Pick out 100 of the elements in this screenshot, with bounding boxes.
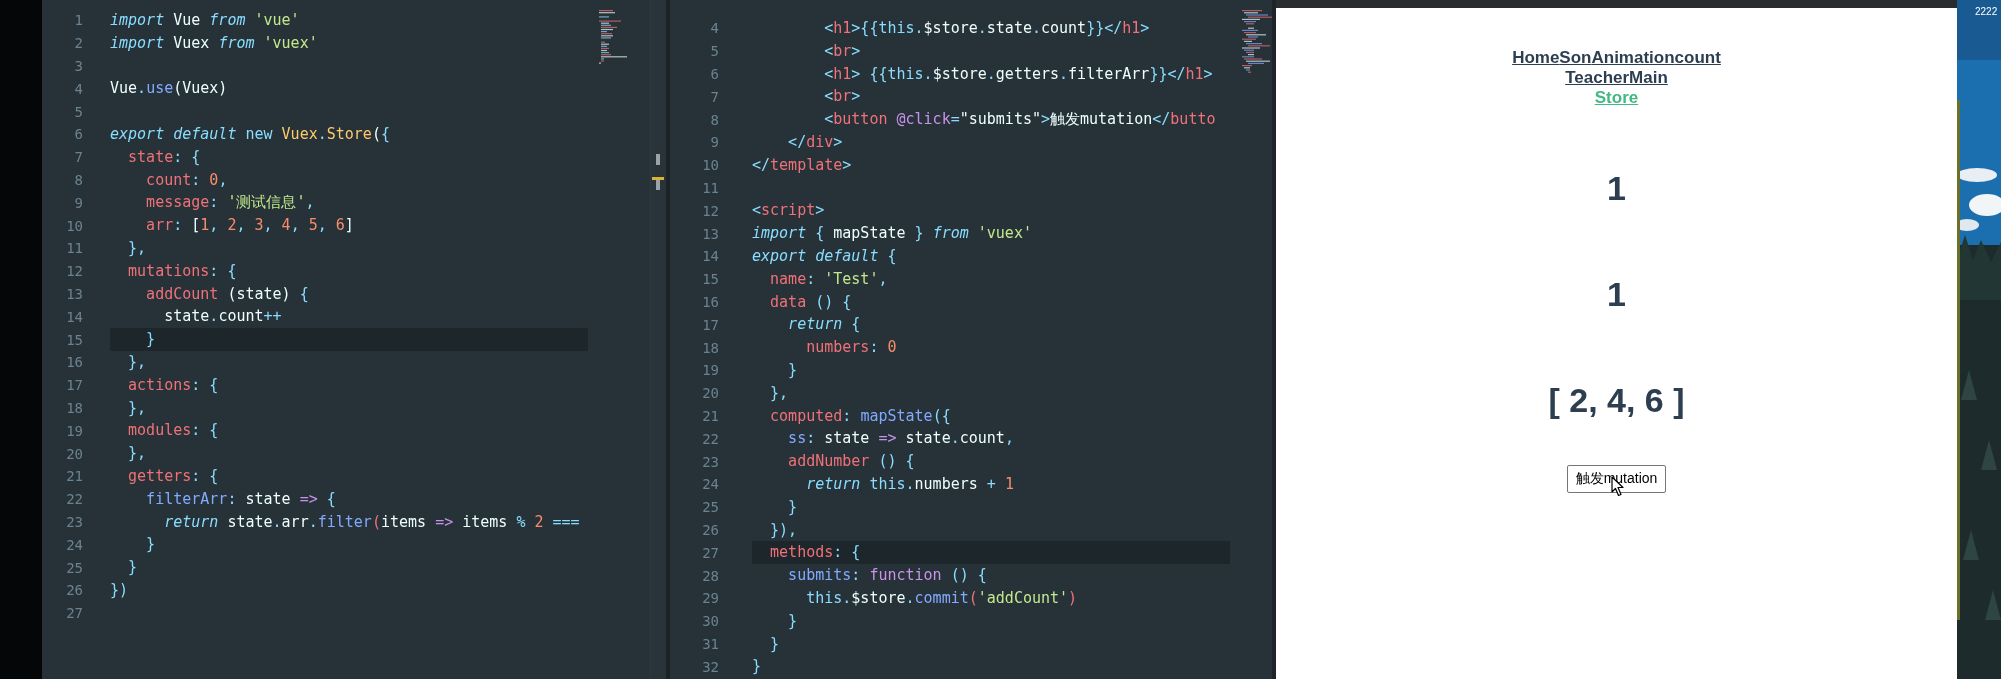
code-line: getters: { [127, 465, 220, 487]
code-line: </template> [752, 154, 853, 176]
minimap-drawing [598, 8, 628, 64]
line-number: 6 [709, 66, 719, 82]
line-number: 24 [701, 476, 719, 493]
line-number: 10 [701, 157, 719, 174]
code-line: addCount (state) { [145, 283, 310, 305]
line-number: 11 [65, 240, 83, 257]
line-number: 11 [701, 179, 719, 196]
heading: 1 [1607, 168, 1626, 209]
code-line: submits: function () { [787, 565, 988, 587]
nav-link[interactable]: Animation [1591, 48, 1675, 68]
code-line: <h1>{{this.$store.state.count}}</h1> [823, 18, 1151, 39]
code-line: } [769, 633, 781, 655]
code-line: data () { [769, 291, 853, 313]
line-number: 4 [73, 80, 83, 97]
code-line: computed: mapState({ [769, 405, 952, 427]
line-number: 1 [73, 12, 83, 29]
line-number: 17 [701, 316, 719, 333]
code-line: import Vue from 'vue' [110, 10, 301, 31]
line-number: 23 [701, 453, 719, 470]
line-number: 27 [65, 605, 83, 622]
code-line: <h1> {{this.$store.getters.filterArr}}</h1> [823, 63, 1214, 85]
line-number: 29 [701, 590, 719, 607]
minimap-drawing [1242, 8, 1272, 74]
nav-link[interactable]: Teacher [1565, 68, 1630, 88]
nav-link[interactable]: Son [1559, 48, 1592, 68]
nav-link[interactable]: Main [1629, 68, 1668, 88]
code-line: import { mapState } from 'vuex' [752, 223, 1033, 245]
code-line: addNumber () { [787, 451, 916, 473]
line-number: 8 [73, 171, 83, 188]
line-number: 22 [701, 430, 719, 447]
code-line: }), [769, 519, 799, 541]
line-number: 18 [65, 399, 83, 416]
code-line: } [752, 656, 763, 678]
code-line: return this.numbers + 1 [805, 473, 1015, 495]
line-number: 20 [701, 385, 719, 402]
line-number: 9 [73, 194, 83, 211]
line-number: 15 [65, 331, 83, 348]
heading: 1 [1607, 274, 1626, 315]
code-line: return { [787, 314, 862, 336]
line-number: 18 [701, 339, 719, 356]
line-number: 32 [701, 658, 719, 675]
code-line: } [145, 534, 157, 556]
line-number: 25 [701, 499, 719, 516]
code-line: this.$store.commit('addCount') [805, 587, 1079, 609]
line-number: 23 [65, 513, 83, 530]
nav-link[interactable]: count [1674, 48, 1721, 68]
code-line: message: '测试信息', [145, 192, 316, 214]
line-number: 25 [65, 559, 83, 576]
code-line: ss: state => state.count, [787, 428, 1015, 450]
code-line: filterArr: state => { [145, 488, 337, 510]
code-line: </div> [787, 132, 844, 153]
line-number: 13 [701, 225, 719, 242]
desktop-icon-label: 2222 [1975, 6, 1998, 17]
code-line: }, [127, 397, 148, 419]
line-number: 6 [73, 126, 83, 143]
code-line: } [127, 557, 139, 579]
code-line: name: 'Test', [769, 268, 889, 290]
line-number: 7 [709, 88, 719, 105]
line-number: 2 [73, 35, 83, 52]
line-number: 30 [701, 613, 719, 630]
line-number: 10 [65, 217, 83, 234]
code-line: } [787, 496, 799, 518]
line-number: 24 [65, 536, 83, 553]
line-number: 7 [73, 149, 83, 166]
line-number: 3 [73, 58, 83, 74]
code-line: state.count++ [163, 306, 283, 328]
code-line: state: { [127, 146, 202, 168]
code-line: mutations: { [127, 260, 238, 282]
line-number: 20 [65, 445, 83, 462]
line-number: 5 [709, 43, 719, 60]
code-line: actions: { [127, 374, 220, 396]
line-number: 28 [701, 567, 719, 584]
line-number: 4 [709, 20, 719, 37]
code-line: export default new Vuex.Store({ [110, 124, 391, 145]
line-number: 16 [701, 293, 719, 310]
code-line: } [787, 359, 799, 381]
code-line: <br> [823, 40, 862, 62]
code-line: }) [110, 579, 130, 601]
code-line: }, [127, 351, 148, 373]
line-number: 16 [65, 354, 83, 371]
code-line: }, [127, 443, 148, 465]
line-number: 15 [701, 271, 719, 288]
line-number: 22 [65, 491, 83, 508]
line-number: 9 [709, 134, 719, 151]
code-line: <script> [752, 200, 826, 222]
line-number: 13 [65, 285, 83, 302]
code-line: numbers: 0 [805, 337, 898, 359]
trigger-button[interactable]: 触发mutation [1566, 465, 1667, 493]
nav-link[interactable]: Home [1512, 48, 1560, 68]
code-line: <button @click="submits">触发mutation</butto [823, 109, 1217, 131]
line-number: 12 [701, 202, 719, 219]
line-number: 14 [65, 308, 83, 325]
code-line: import Vuex from 'vuex' [110, 32, 319, 54]
line-number: 31 [701, 635, 719, 652]
line-number: 19 [65, 422, 83, 439]
line-number: 21 [701, 407, 719, 424]
code-line: }, [127, 237, 148, 259]
line-number: 14 [701, 248, 719, 265]
